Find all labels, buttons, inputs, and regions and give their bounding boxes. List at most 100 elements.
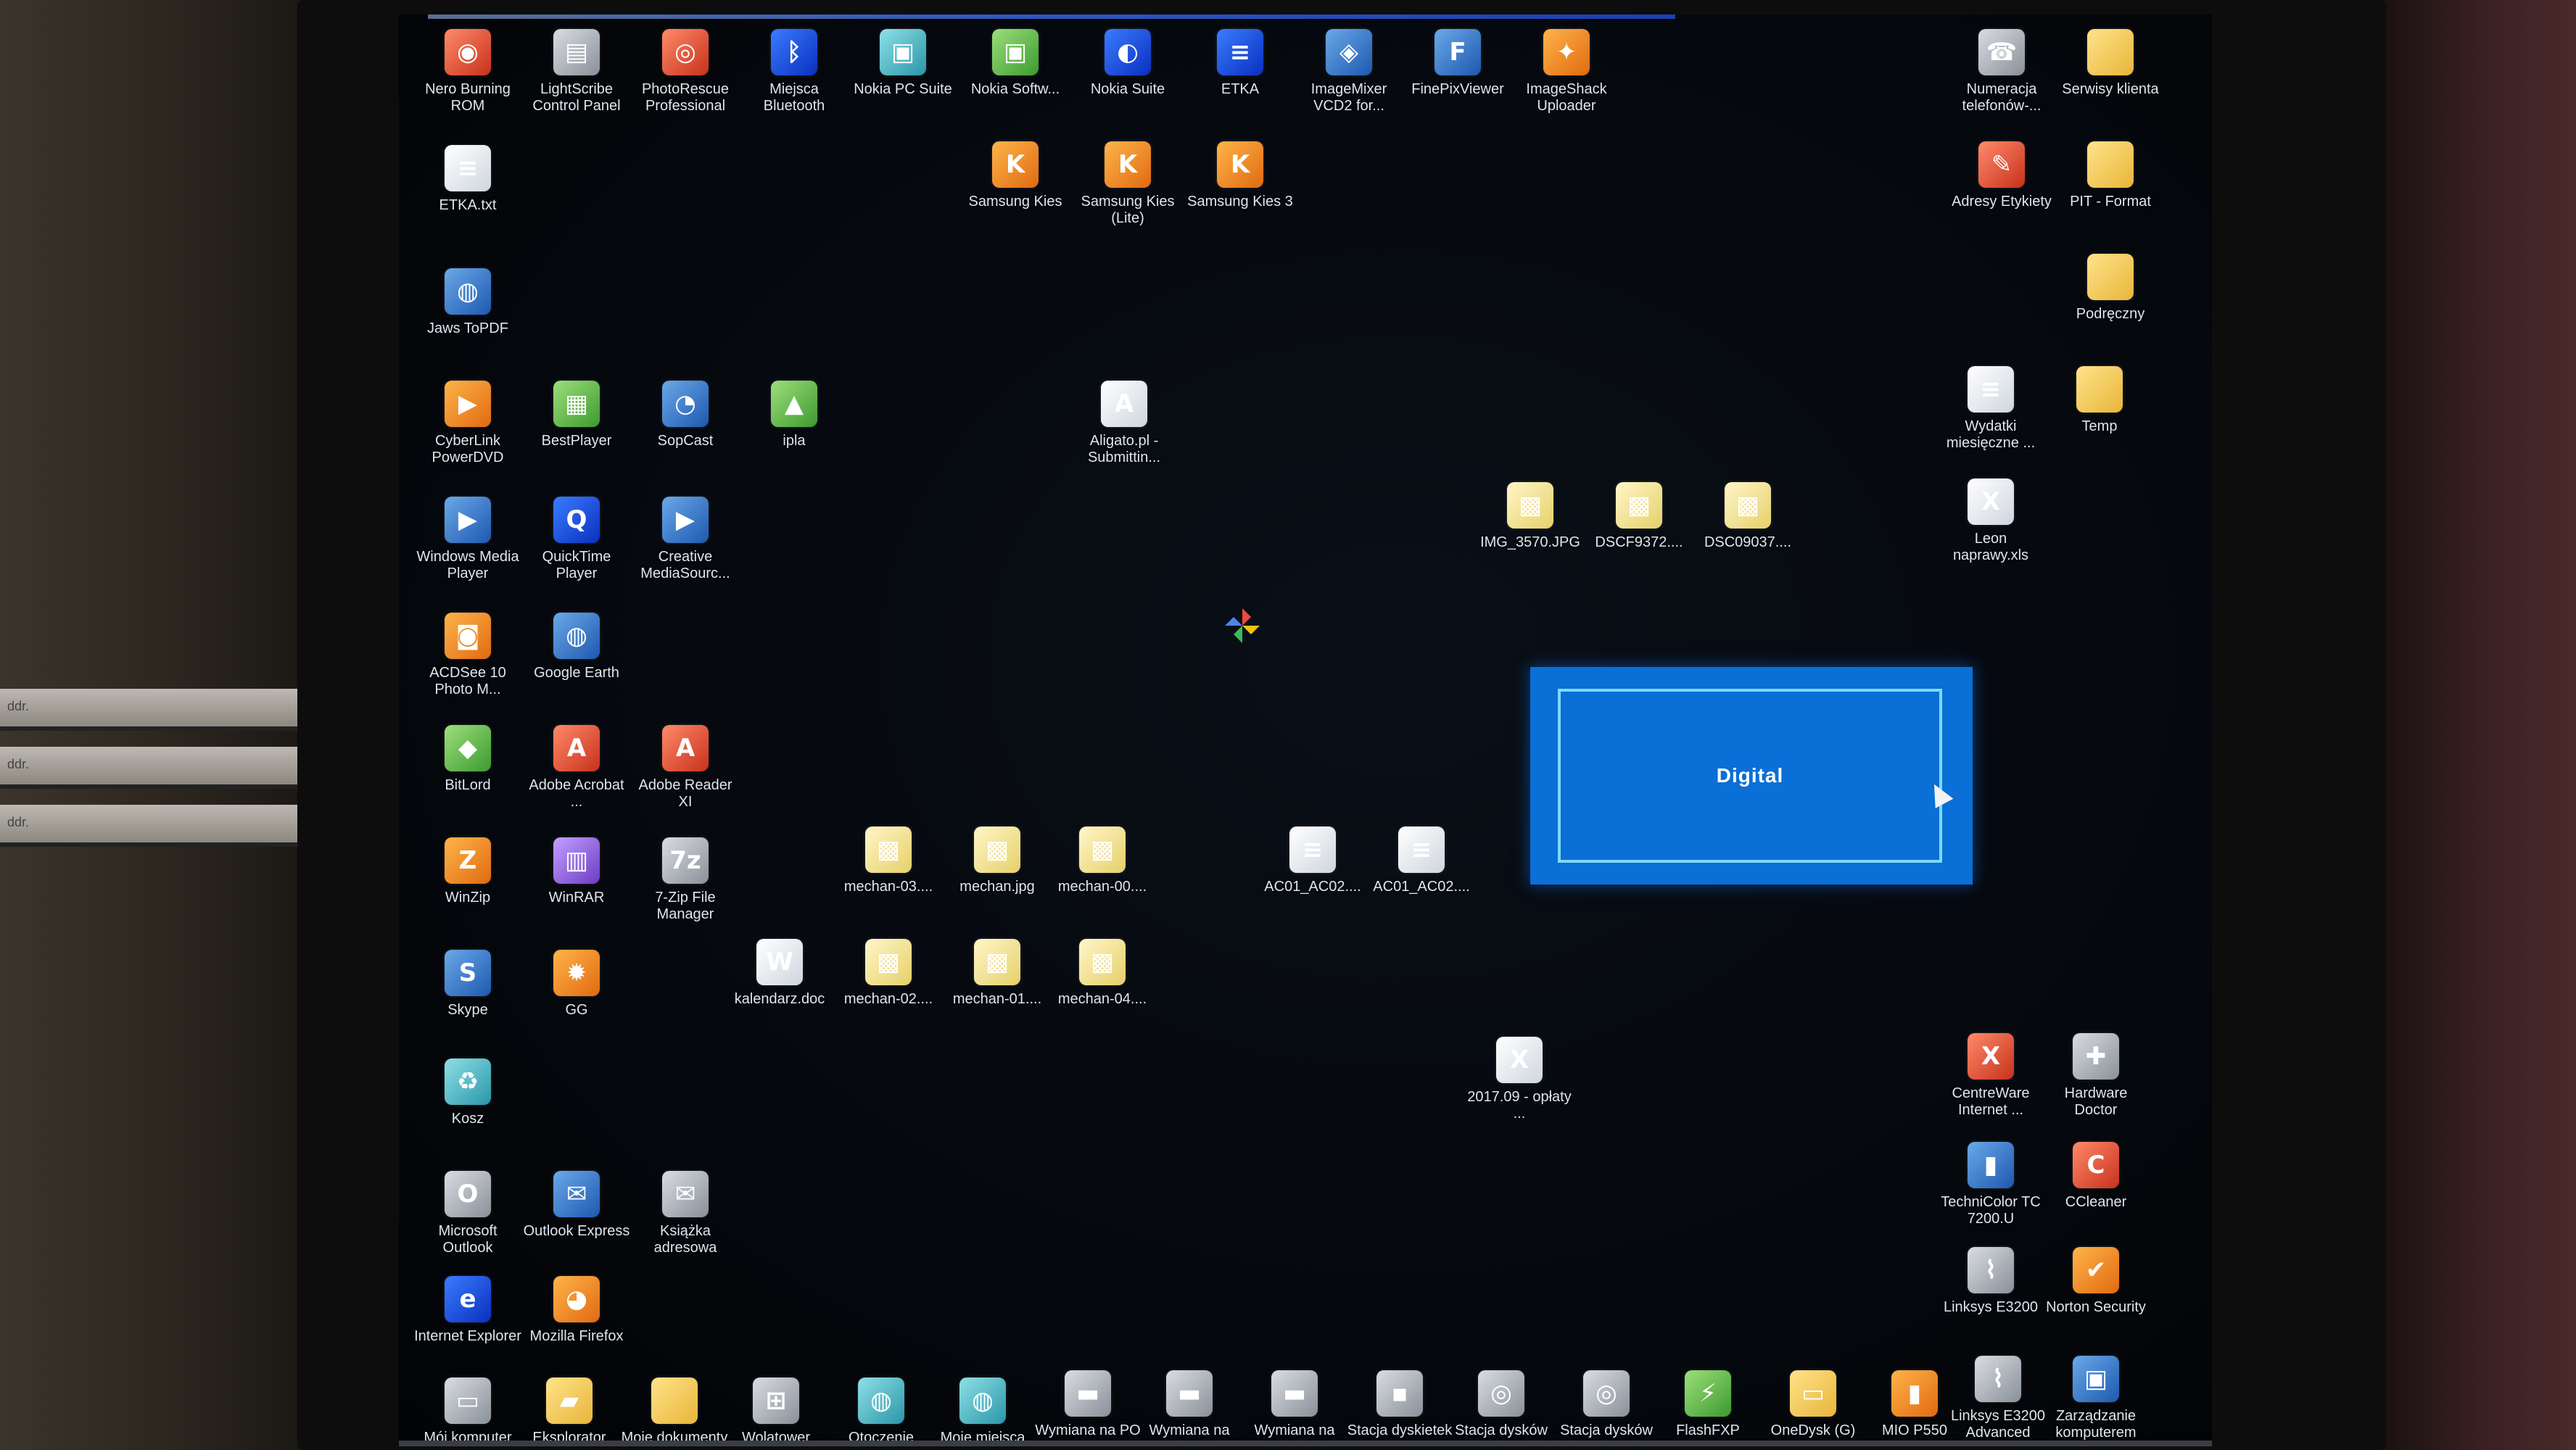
address-labels-icon: ✎ (1978, 141, 2025, 188)
desktop-icon[interactable]: ◙ ACDSee 10 Photo M... (413, 613, 522, 721)
folder-icon (2087, 141, 2134, 188)
desktop-icon[interactable]: ▦ BestPlayer (522, 381, 631, 489)
winrar-icon: ▥ (553, 837, 600, 884)
desktop-icon[interactable]: ▩ mechan.jpg (943, 826, 1052, 935)
desktop-icon[interactable]: C CCleaner (2042, 1142, 2150, 1251)
desktop-icon[interactable]: ✉ Outlook Express (522, 1171, 631, 1280)
desktop-icon[interactable]: ◐ Nokia Suite (1073, 29, 1182, 138)
desktop-icon[interactable]: A Adobe Acrobat ... (522, 725, 631, 834)
desktop-icon[interactable]: ▬Wymiana na RKO (1135, 1370, 1244, 1446)
desktop-icon[interactable]: ⊞Wolatower 030400 (722, 1378, 830, 1446)
desktop-icon[interactable]: ▣ Nokia PC Suite (849, 29, 957, 138)
desktop-icon[interactable]: A Adobe Reader XI (631, 725, 740, 834)
desktop-icon[interactable]: PIT - Format (2056, 141, 2165, 250)
desktop-icon[interactable]: ⌇ Linksys E3200 Advanced (1944, 1356, 2052, 1446)
desktop-icon[interactable]: ▣ Nokia Softw... (961, 29, 1070, 138)
desktop-icon[interactable]: ▩ mechan-01.... (943, 939, 1052, 1048)
desktop-icon[interactable]: ▬Wymiana na BIAŁA MOC (1240, 1370, 1349, 1446)
linksys-icon: ⌇ (1975, 1356, 2021, 1402)
desktop-icon[interactable]: ≡ AC01_AC02.... (1258, 826, 1367, 935)
desktop-icon[interactable]: Wkalendarz.doc (725, 939, 834, 1048)
desktop-icon[interactable]: ▭ Mój komputer (413, 1378, 522, 1446)
desktop-icon[interactable]: Z WinZip (413, 837, 522, 946)
desktop-icon[interactable]: ✚ Hardware Doctor (2042, 1033, 2150, 1142)
desktop-icon[interactable]: ≡ ETKA.txt (413, 145, 522, 254)
desktop-icon[interactable]: O Microsoft Outlook (413, 1171, 522, 1280)
desktop-icon[interactable]: ◕ Mozilla Firefox (522, 1276, 631, 1385)
samsung-kies-lite-icon: K (1105, 141, 1151, 188)
desktop-icon[interactable]: ♻ Kosz (413, 1058, 522, 1167)
desktop-icon-label: mechan-00.... (1057, 879, 1147, 895)
desktop-icon[interactable]: ▥ WinRAR (522, 837, 631, 946)
desktop-icon[interactable]: F FinePixViewer (1403, 29, 1512, 138)
desktop-icon[interactable]: K Samsung Kies (Lite) (1073, 141, 1182, 250)
desktop-icon[interactable]: ≡ AC01_AC02.... (1367, 826, 1476, 935)
desktop-icon[interactable]: ✎ Adresy Etykiety (1947, 141, 2056, 250)
desktop-icon[interactable]: A Aligato.pl - Submittin... (1070, 381, 1178, 489)
desktop-icon[interactable]: ◆ BitLord (413, 725, 522, 834)
desktop-icon[interactable]: ▭ OneDysk (G) (1759, 1370, 1867, 1446)
norton-icon: ✔ (2073, 1247, 2119, 1293)
desktop-icon-label: Leon naprawy.xls (1952, 531, 2029, 563)
desktop-icon[interactable]: ◎ PhotoRescue Professional (631, 29, 740, 138)
desktop-icon[interactable]: ✉ Książka adresowa (631, 1171, 740, 1280)
desktop-icon[interactable]: ▮ TechniColor TC 7200.U (1936, 1142, 2045, 1251)
desktop-icon[interactable]: ▪Stacja dyskietek ... (1345, 1370, 1454, 1446)
desktop-icon[interactable]: ▩ mechan-04.... (1048, 939, 1157, 1048)
desktop-icon[interactable]: ▶ Windows Media Player (413, 497, 522, 605)
desktop-icon[interactable]: ◎Stacja dysków DVD-RW (Z) (1552, 1370, 1661, 1446)
desktop-icon[interactable]: ✹ GG (522, 950, 631, 1058)
desktop-icon[interactable]: ▩ mechan-02.... (834, 939, 943, 1048)
desktop-icon[interactable]: ▩ mechan-03.... (834, 826, 943, 935)
desktop-icon[interactable]: ▶ CyberLink PowerDVD (413, 381, 522, 489)
desktop-icon-label: AC01_AC02.... (1373, 879, 1470, 895)
desktop-icon[interactable]: Temp (2045, 366, 2154, 475)
desktop-icon[interactable]: 7z 7-Zip File Manager (631, 837, 740, 946)
desktop-icon[interactable]: X Leon naprawy.xls (1936, 478, 2045, 587)
desktop-icon[interactable]: ▲ ipla (740, 381, 849, 489)
desktop-icon[interactable]: ◉ Nero Burning ROM (413, 29, 522, 138)
desktop-icon[interactable]: ✔ Norton Security (2042, 1247, 2150, 1356)
desktop-icon[interactable]: ✦ ImageShack Uploader (1512, 29, 1621, 138)
desktop-icon-label: Adresy Etykiety (1952, 194, 2052, 210)
desktop-icon[interactable]: ▬ Wymiana na PO (1033, 1370, 1142, 1446)
desktop-icon-label: AC01_AC02.... (1264, 879, 1361, 895)
desktop-icon[interactable]: ◍ Google Earth (522, 613, 631, 721)
desktop-icon[interactable]: ◔ SopCast (631, 381, 740, 489)
desktop-icon[interactable]: ᛒ Miejsca Bluetooth (740, 29, 849, 138)
desktop-icon[interactable]: ◎Stacja dysków DVD (Y) (1447, 1370, 1556, 1446)
desktop-icon[interactable]: ◈ ImageMixer VCD2 for... (1295, 29, 1403, 138)
desktop-icon[interactable]: ▶ Creative MediaSourc... (631, 497, 740, 605)
desktop-icon[interactable]: ⚡ FlashFXP (1654, 1370, 1762, 1446)
monitor-osd-overlay: Digital (1530, 667, 1973, 884)
desktop-icon[interactable]: K Samsung Kies (961, 141, 1070, 250)
jpg-file-icon: ▩ (865, 826, 912, 873)
desktop-icon-label: DSC09037.... (1704, 534, 1792, 550)
desktop-icon[interactable]: ⌇ Linksys E3200 (1936, 1247, 2045, 1356)
desktop-icon[interactable]: ▤ LightScribe Control Panel (522, 29, 631, 138)
desktop-icon[interactable]: Serwisy klienta (2056, 29, 2165, 138)
desktop-icon[interactable]: ▰Eksplorator Windows (515, 1378, 624, 1446)
desktop-icon[interactable]: X 2017.09 - opłaty ... (1465, 1037, 1574, 1146)
desktop-icon[interactable]: ▩ mechan-00.... (1048, 826, 1157, 935)
desktop-icon[interactable]: ≡ ETKA (1186, 29, 1295, 138)
shelf-label: ddr. (7, 757, 30, 771)
desktop-icon[interactable]: X CentreWare Internet ... (1936, 1033, 2045, 1142)
desktop-icon[interactable]: Moje dokumenty (620, 1378, 729, 1446)
desktop-icon[interactable]: ▣ Zarządzanie komputerem (2042, 1356, 2150, 1446)
desktop-icon[interactable]: ▩ DSC09037.... (1693, 482, 1802, 591)
desktop-icon[interactable]: Podręczny (2056, 254, 2165, 362)
desktop-icon[interactable]: ◍Otoczenie sieciowe (827, 1378, 936, 1446)
desktop-icon[interactable]: e Internet Explorer (413, 1276, 522, 1385)
desktop-icon[interactable]: ◍ Jaws ToPDF (413, 268, 522, 377)
desktop-icon[interactable]: ☎ Numeracja telefonów-... (1947, 29, 2056, 138)
desktop-icon[interactable]: ▩ DSCF9372.... (1585, 482, 1693, 591)
desktop-icon[interactable]: K Samsung Kies 3 (1186, 141, 1295, 250)
etka-icon: ≡ (1217, 29, 1263, 75)
background-wall-right (2358, 0, 2576, 1450)
desktop-icon[interactable]: Q QuickTime Player (522, 497, 631, 605)
desktop-icon[interactable]: ◍Moje miejsca sieciowe (928, 1378, 1037, 1446)
desktop-icon[interactable]: S Skype (413, 950, 522, 1058)
desktop-icon[interactable]: ▩ IMG_3570.JPG (1476, 482, 1585, 591)
desktop-icon[interactable]: ≡ Wydatki miesięczne ... (1936, 366, 2045, 475)
